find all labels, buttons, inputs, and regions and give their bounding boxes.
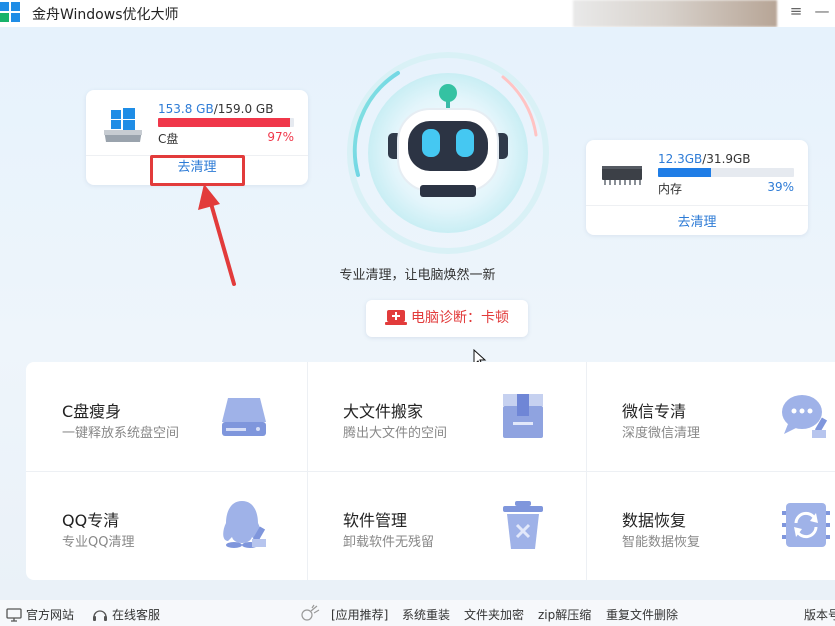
chat-bubble-icon xyxy=(782,395,828,438)
refresh-icon xyxy=(782,503,830,547)
headset-icon xyxy=(93,610,107,621)
tool-desc: 深度微信清理 xyxy=(622,426,701,441)
tool-wechat-clean[interactable]: 微信专清 深度微信清理 xyxy=(586,362,835,471)
disk-used-text: 153.8 GB/159.0 GB xyxy=(158,102,274,116)
tool-large-file-move[interactable]: 大文件搬家 腾出大文件的空间 xyxy=(307,362,587,471)
memory-chip-icon xyxy=(602,166,642,185)
disk-drive-icon xyxy=(222,398,266,436)
disk-percent: 97% xyxy=(267,130,294,144)
version-label: 版本号 xyxy=(804,608,835,622)
card-divider xyxy=(586,205,808,206)
tool-title: 微信专清 xyxy=(622,402,687,421)
tool-c-drive-slim[interactable]: C盘瘦身 一键释放系统盘空间 xyxy=(26,362,306,471)
disk-label: C盘 xyxy=(158,132,179,146)
diagnosis-label: 电脑诊断：卡顿 xyxy=(411,310,509,326)
menu-icon[interactable]: ≡ xyxy=(786,2,806,20)
app-recommend-link[interactable]: [应用推荐] xyxy=(331,606,388,623)
title-bar: 金舟Windows优化大师 ≡ — xyxy=(0,0,835,27)
tools-panel: C盘瘦身 一键释放系统盘空间 大文件搬家 腾出大文件的空间 微信专清 深度微信清… xyxy=(26,362,835,580)
memory-usage-fill xyxy=(658,168,712,177)
tool-qq-clean[interactable]: QQ专清 专业QQ清理 xyxy=(26,471,306,580)
online-service-link[interactable]: 在线客服 xyxy=(92,606,160,623)
footer-link-system-reinstall[interactable]: 系统重装 xyxy=(402,606,450,623)
memory-usage-card: 12.3GB/31.9GB 内存 39% 去清理 xyxy=(586,140,808,235)
online-service-label: 在线客服 xyxy=(112,608,161,622)
box-icon xyxy=(503,394,543,438)
tool-desc: 腾出大文件的空间 xyxy=(343,426,448,441)
memory-clean-button[interactable]: 去清理 xyxy=(586,211,808,230)
memory-usage-bar xyxy=(658,168,794,177)
tool-desc: 卸载软件无残留 xyxy=(343,535,435,550)
tool-title: 数据恢复 xyxy=(622,511,687,530)
laptop-alert-icon xyxy=(385,310,407,325)
windows-drive-icon xyxy=(104,108,142,142)
tool-desc: 智能数据恢复 xyxy=(622,535,701,550)
tool-title: QQ专清 xyxy=(62,511,120,530)
disk-usage-fill xyxy=(158,118,290,127)
disk-usage-bar xyxy=(158,118,294,127)
tool-data-recovery[interactable]: 数据恢复 智能数据恢复 xyxy=(586,471,835,580)
blurred-area xyxy=(573,0,777,27)
monitor-icon xyxy=(6,608,22,622)
memory-used-text: 12.3GB/31.9GB xyxy=(658,152,751,166)
footer-link-duplicate-delete[interactable]: 重复文件删除 xyxy=(606,606,678,623)
official-site-label: 官方网站 xyxy=(26,608,75,622)
app-title: 金舟Windows优化大师 xyxy=(32,7,179,23)
tagline: 专业清理，让电脑焕然一新 xyxy=(339,268,496,283)
tool-software-manager[interactable]: 软件管理 卸载软件无残留 xyxy=(307,471,587,580)
robot-mascot-icon xyxy=(347,52,549,254)
memory-percent: 39% xyxy=(767,180,794,194)
tool-desc: 一键释放系统盘空间 xyxy=(62,426,180,441)
trash-icon xyxy=(503,501,543,549)
minimize-icon[interactable]: — xyxy=(812,2,832,20)
tool-desc: 专业QQ清理 xyxy=(62,535,135,550)
diagnosis-button[interactable]: 电脑诊断：卡顿 xyxy=(366,300,528,337)
recommend-icon xyxy=(301,604,320,621)
footer-link-folder-encrypt[interactable]: 文件夹加密 xyxy=(464,606,524,623)
official-site-link[interactable]: 官方网站 xyxy=(6,606,74,623)
tool-title: 软件管理 xyxy=(343,511,408,530)
memory-label: 内存 xyxy=(658,182,683,196)
footer-link-zip-extract[interactable]: zip解压缩 xyxy=(538,606,591,623)
tool-title: C盘瘦身 xyxy=(62,402,122,421)
penguin-icon xyxy=(223,501,266,548)
footer-bar: 官方网站 在线客服 [应用推荐] 系统重装 文件夹加密 zip解压缩 重复文件删… xyxy=(0,600,835,626)
tool-title: 大文件搬家 xyxy=(343,402,424,421)
app-logo-icon xyxy=(0,2,20,22)
